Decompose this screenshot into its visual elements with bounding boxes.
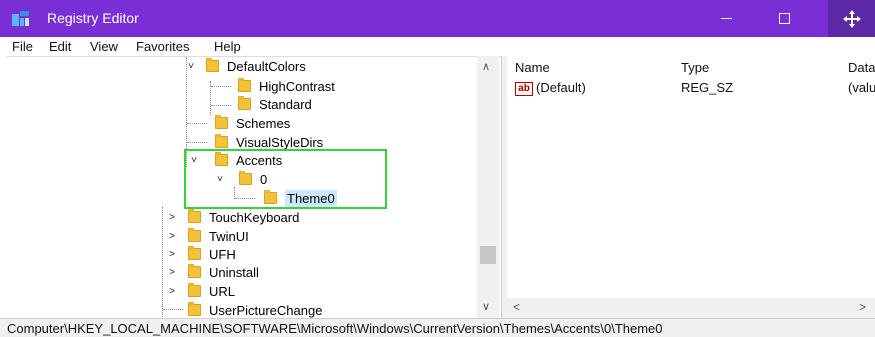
folder-icon bbox=[238, 78, 251, 92]
status-bar: Computer\HKEY_LOCAL_MACHINE\SOFTWARE\Mic… bbox=[0, 318, 875, 337]
folder-icon bbox=[188, 283, 201, 297]
column-header-type[interactable]: Type bbox=[681, 60, 709, 75]
status-path: Computer\HKEY_LOCAL_MACHINE\SOFTWARE\Mic… bbox=[7, 321, 663, 336]
expand-chevron-icon[interactable]: > bbox=[166, 227, 178, 245]
folder-icon bbox=[238, 96, 251, 110]
value-data-cell: (valu bbox=[848, 80, 875, 95]
move-icon bbox=[842, 9, 861, 28]
menu-bar: File Edit View Favorites Help bbox=[0, 37, 875, 56]
ab-string-icon: ab bbox=[515, 81, 533, 96]
values-horizontal-scrollbar[interactable]: < > bbox=[507, 298, 875, 318]
menu-help[interactable]: Help bbox=[214, 39, 241, 54]
highlight-box bbox=[184, 149, 387, 209]
folder-icon bbox=[188, 246, 201, 260]
folder-icon bbox=[188, 302, 201, 316]
values-list[interactable]: Name Type Data ab (Default) REG_SZ (valu bbox=[507, 56, 875, 318]
move-button[interactable] bbox=[828, 0, 875, 37]
tree-node-touchkeyboard[interactable]: > TouchKeyboard bbox=[166, 208, 299, 226]
expand-chevron-icon[interactable]: > bbox=[166, 245, 178, 263]
menu-favorites[interactable]: Favorites bbox=[136, 39, 189, 54]
folder-icon bbox=[188, 264, 201, 278]
value-type-cell: REG_SZ bbox=[681, 80, 734, 95]
tree-node-twinui[interactable]: > TwinUI bbox=[166, 227, 249, 245]
tree-node-userpicturechange[interactable]: UserPictureChange bbox=[188, 301, 322, 318]
scroll-down-icon[interactable]: ∨ bbox=[482, 300, 490, 313]
folder-icon bbox=[188, 209, 201, 223]
expand-chevron-icon[interactable]: > bbox=[166, 263, 178, 281]
menu-file[interactable]: File bbox=[12, 39, 33, 54]
tree-vertical-scrollbar[interactable]: ∧ ∨ bbox=[477, 56, 499, 318]
value-name-cell: ab (Default) bbox=[515, 80, 586, 96]
scroll-right-icon[interactable]: > bbox=[859, 300, 866, 314]
scroll-left-icon[interactable]: < bbox=[513, 300, 520, 314]
folder-icon bbox=[215, 115, 228, 129]
minimize-icon bbox=[720, 18, 732, 19]
minimize-button[interactable] bbox=[703, 0, 749, 37]
title-bar: Registry Editor bbox=[0, 0, 875, 37]
collapse-chevron-icon[interactable]: ˅ bbox=[185, 57, 197, 75]
expand-chevron-icon[interactable]: > bbox=[166, 208, 178, 226]
menu-view[interactable]: View bbox=[90, 39, 118, 54]
tree-node-highcontrast[interactable]: HighContrast bbox=[238, 77, 335, 95]
expand-chevron-icon[interactable]: > bbox=[166, 282, 178, 300]
tree-node-uninstall[interactable]: > Uninstall bbox=[166, 263, 259, 281]
tree-node-ufh[interactable]: > UFH bbox=[166, 245, 236, 263]
window-title: Registry Editor bbox=[47, 10, 139, 26]
folder-icon bbox=[188, 228, 201, 242]
scroll-thumb[interactable] bbox=[480, 246, 496, 264]
folder-icon bbox=[215, 134, 228, 148]
scroll-up-icon[interactable]: ∧ bbox=[482, 60, 490, 73]
maximize-button[interactable] bbox=[761, 0, 807, 37]
column-header-name[interactable]: Name bbox=[515, 60, 550, 75]
folder-icon bbox=[206, 58, 219, 72]
tree-node-url[interactable]: > URL bbox=[166, 282, 235, 300]
menu-edit[interactable]: Edit bbox=[49, 39, 71, 54]
maximize-icon bbox=[778, 13, 790, 24]
tree-node-defaultcolors[interactable]: ˅ DefaultColors bbox=[188, 57, 306, 75]
registry-editor-icon bbox=[12, 11, 29, 26]
tree-node-schemes[interactable]: Schemes bbox=[215, 114, 290, 132]
column-header-data[interactable]: Data bbox=[848, 60, 875, 75]
tree-node-standard[interactable]: Standard bbox=[238, 95, 312, 113]
